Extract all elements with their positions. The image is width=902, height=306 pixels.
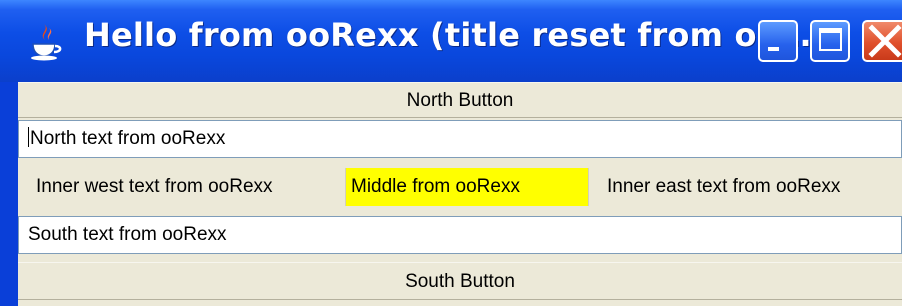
close-icon <box>868 24 902 58</box>
north-text-field[interactable]: North text from ooRexx <box>18 120 902 158</box>
inner-east-label: Inner east text from ooRexx <box>588 168 902 206</box>
south-field-value: South text from ooRexx <box>28 224 227 245</box>
inner-west-label: Inner west text from ooRexx <box>18 168 346 206</box>
java-icon[interactable] <box>28 22 64 62</box>
maximize-button[interactable] <box>810 20 850 62</box>
south-button[interactable]: South Button <box>18 262 902 300</box>
title-bar[interactable]: Hello from ooRexx (title reset from oo… <box>0 0 902 82</box>
south-text-field[interactable]: South text from ooRexx <box>18 216 902 254</box>
center-panel: Inner west text from ooRexx Middle from … <box>18 162 902 214</box>
north-field-value: North text from ooRexx <box>30 128 226 149</box>
text-caret <box>28 127 29 147</box>
minimize-icon <box>768 47 779 51</box>
window-title: Hello from ooRexx (title reset from oo… <box>84 16 812 54</box>
content-pane: North Button North text from ooRexx Inne… <box>18 82 902 306</box>
north-button[interactable]: North Button <box>18 82 902 118</box>
middle-label: Middle from ooRexx <box>346 168 588 206</box>
maximize-icon <box>819 28 842 51</box>
close-button[interactable] <box>862 20 902 62</box>
minimize-button[interactable] <box>758 20 798 62</box>
app-window: Hello from ooRexx (title reset from oo… … <box>0 0 902 306</box>
